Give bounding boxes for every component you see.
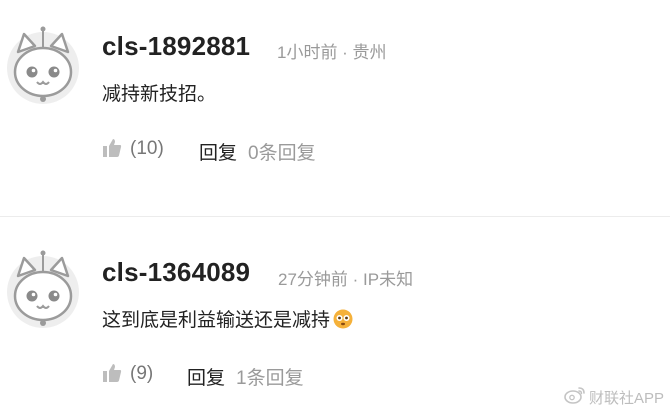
like-count: (10) (130, 138, 164, 159)
reply-button[interactable]: 回复 (187, 363, 225, 390)
flushed-face-emoji-icon (333, 309, 353, 335)
watermark-text: 财联社APP (588, 389, 664, 407)
username[interactable]: cls-1364089 (102, 257, 250, 288)
reply-count-link[interactable]: 0条回复 (248, 138, 316, 165)
watermark: 财联社APP (564, 386, 664, 408)
comment-content-text: 这到底是利益输送还是减持 (102, 310, 331, 331)
thumbs-up-icon[interactable] (102, 363, 122, 383)
comment-item: cls-1364089 27分钟前 · IP未知 这到底是利益输送还是减持 (9… (0, 217, 670, 411)
like-count: (9) (130, 363, 154, 384)
comment-content: 这到底是利益输送还是减持 (102, 305, 353, 335)
thumbs-up-icon[interactable] (102, 138, 122, 158)
reply-button[interactable]: 回复 (199, 138, 237, 165)
avatar[interactable] (4, 22, 82, 106)
comment-item: cls-1892881 1小时前 · 贵州 减持新技招。 (10) 回复 0条回… (0, 0, 670, 216)
comment-content: 减持新技招。 (102, 84, 217, 105)
reply-count-link[interactable]: 1条回复 (236, 363, 304, 390)
comment-meta: 27分钟前 · IP未知 (278, 270, 414, 289)
avatar[interactable] (4, 246, 82, 330)
weibo-icon (564, 386, 586, 409)
comment-meta: 1小时前 · 贵州 (277, 43, 387, 62)
username[interactable]: cls-1892881 (102, 31, 250, 62)
